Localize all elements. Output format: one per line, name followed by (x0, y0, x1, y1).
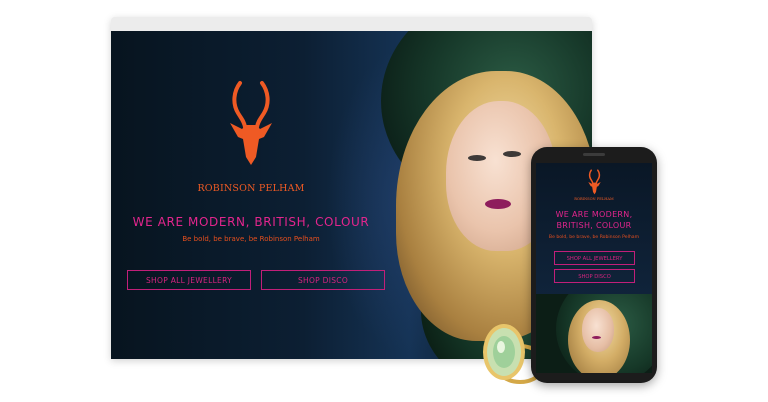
shop-all-jewellery-button[interactable]: SHOP ALL JEWELLERY (554, 251, 635, 265)
brand-name: ROBINSON PELHAM (574, 197, 614, 201)
phone-speaker (583, 153, 605, 156)
desktop-hero: ROBINSON PELHAM WE ARE MODERN, BRITISH, … (111, 31, 592, 359)
shop-disco-button[interactable]: SHOP DISCO (261, 270, 385, 290)
mobile-mockup: ROBINSON PELHAM WE ARE MODERN, BRITISH, … (531, 147, 657, 383)
antelope-logo-icon[interactable] (587, 169, 602, 195)
model-eye-image (468, 155, 486, 161)
antelope-logo-icon[interactable] (226, 79, 276, 167)
mobile-hero-image (536, 294, 652, 373)
model-lips-image (485, 199, 511, 209)
desktop-mockup: ROBINSON PELHAM WE ARE MODERN, BRITISH, … (111, 17, 592, 359)
hero-tagline: Be bold, be brave, be Robinson Pelham (182, 235, 320, 243)
brand-name: ROBINSON PELHAM (197, 183, 305, 194)
model-lips-image (592, 336, 601, 339)
hero-tagline: Be bold, be brave, be Robinson Pelham (548, 235, 640, 240)
hero-headline: WE ARE MODERN, BRITISH, COLOUR (132, 215, 370, 229)
shop-all-jewellery-button[interactable]: SHOP ALL JEWELLERY (127, 270, 251, 290)
mobile-hero: ROBINSON PELHAM WE ARE MODERN, BRITISH, … (536, 163, 652, 373)
hero-headline: WE ARE MODERN, BRITISH, COLOUR (555, 210, 633, 230)
model-face-image (582, 308, 614, 352)
model-eye-image (503, 151, 521, 157)
shop-disco-button[interactable]: SHOP DISCO (554, 269, 635, 283)
browser-bar (111, 17, 592, 32)
